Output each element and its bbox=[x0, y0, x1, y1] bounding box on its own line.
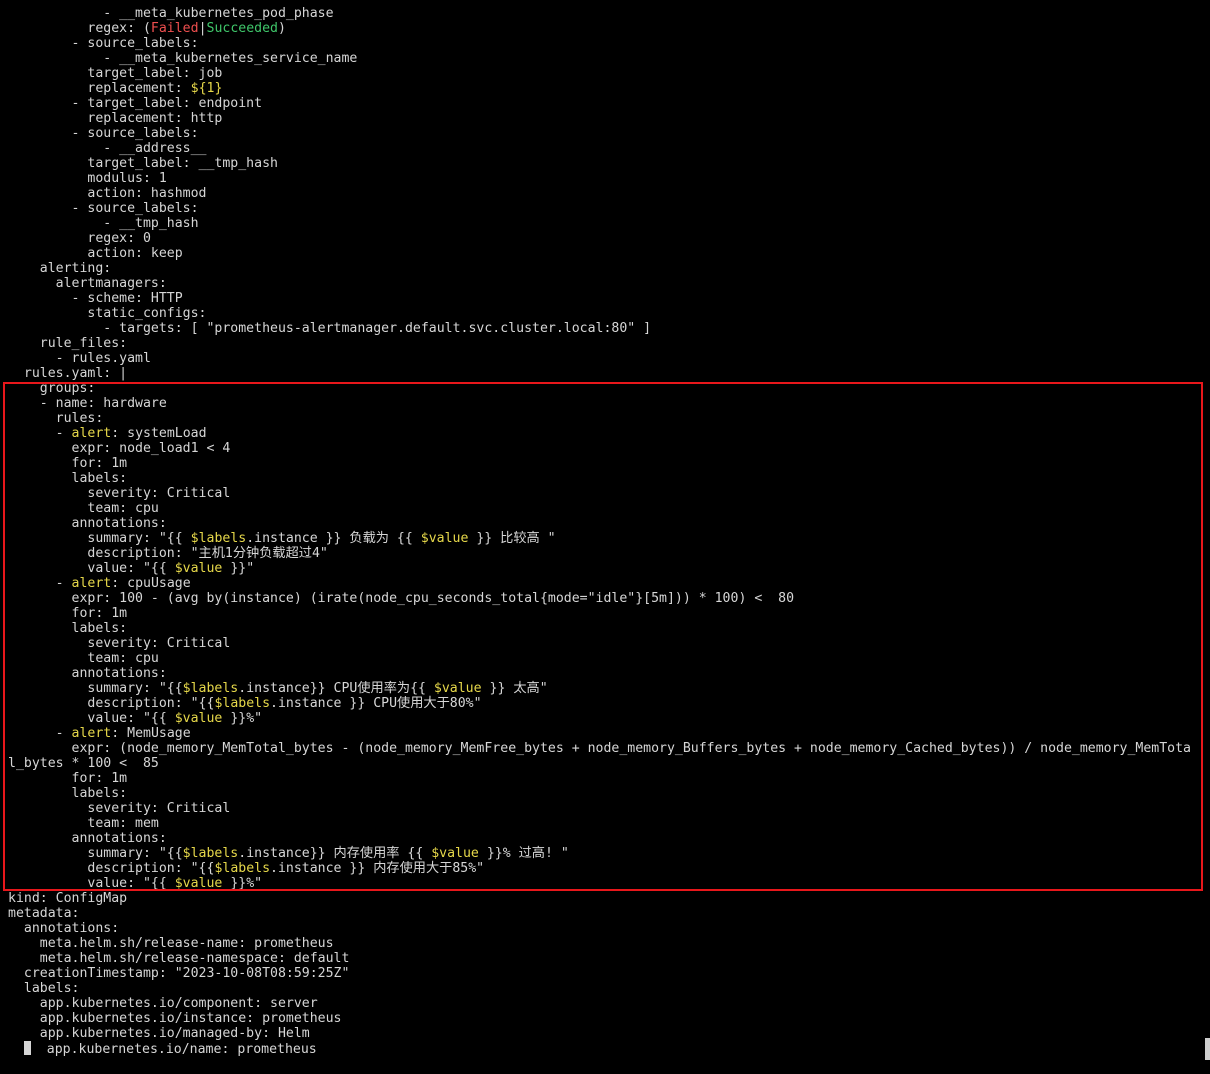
terminal-line: - scheme: HTTP bbox=[8, 291, 183, 306]
terminal-line: for: 1m bbox=[8, 771, 128, 786]
terminal-line: - source_labels: bbox=[8, 201, 199, 216]
terminal-line: l_bytes * 100 < 85 bbox=[8, 756, 159, 771]
terminal-line: target_label: job bbox=[8, 66, 223, 81]
terminal-line: summary: "{{ $labels.instance }} 负载为 {{ … bbox=[8, 531, 556, 546]
scrollbar-thumb[interactable] bbox=[1205, 1038, 1210, 1060]
terminal-line: - __address__ bbox=[8, 141, 207, 156]
terminal-line: value: "{{ $value }}" bbox=[8, 561, 255, 576]
terminal-line: - source_labels: bbox=[8, 36, 199, 51]
terminal-line: annotations: bbox=[8, 666, 167, 681]
terminal-line: - alert: MemUsage bbox=[55, 726, 191, 741]
terminal-line: team: cpu bbox=[8, 501, 159, 516]
terminal-line: modulus: 1 bbox=[8, 171, 167, 186]
terminal-line: - name: hardware bbox=[8, 396, 167, 411]
terminal-line: alerting: bbox=[8, 261, 112, 276]
terminal-line: target_label: __tmp_hash bbox=[8, 156, 278, 171]
terminal-line: severity: Critical bbox=[8, 636, 231, 651]
terminal-line: - rules.yaml bbox=[8, 351, 151, 366]
terminal-line: description: "{{$labels.instance }} 内存使用… bbox=[8, 861, 485, 876]
terminal-line: labels: bbox=[8, 471, 128, 486]
terminal-line: team: mem bbox=[8, 816, 159, 831]
terminal-line: app.kubernetes.io/component: server bbox=[8, 996, 318, 1011]
terminal-line: value: "{{ $value }}%" bbox=[8, 711, 263, 726]
terminal-line: - alert: cpuUsage bbox=[55, 576, 191, 591]
terminal-line: expr: 100 - (avg by(instance) (irate(nod… bbox=[8, 591, 795, 606]
terminal-line: app.kubernetes.io/instance: prometheus bbox=[8, 1011, 342, 1026]
terminal-line: replacement: ${1} bbox=[8, 81, 223, 96]
terminal-line: rules: bbox=[8, 411, 104, 426]
terminal-line: annotations: bbox=[8, 516, 167, 531]
cursor bbox=[23, 1041, 31, 1055]
terminal-line: regex: 0 bbox=[8, 231, 151, 246]
terminal-line: - alert: systemLoad bbox=[55, 426, 207, 441]
terminal-line: creationTimestamp: "2023-10-08T08:59:25Z… bbox=[8, 966, 350, 981]
terminal-line: alertmanagers: bbox=[8, 276, 167, 291]
terminal-line: kind: ConfigMap bbox=[8, 891, 128, 906]
terminal-line: metadata: bbox=[8, 906, 80, 921]
terminal-line: - __tmp_hash bbox=[8, 216, 199, 231]
terminal-line: action: keep bbox=[8, 246, 183, 261]
terminal-line: - targets: [ "prometheus-alertmanager.de… bbox=[8, 321, 652, 336]
terminal-line: app.kubernetes.io/managed-by: Helm bbox=[8, 1026, 310, 1041]
terminal-line: app.kubernetes.io/name: prometheus bbox=[8, 1041, 1208, 1057]
terminal-line: labels: bbox=[8, 786, 128, 801]
terminal-line: rule_files: bbox=[8, 336, 128, 351]
terminal-line: value: "{{ $value }}%" bbox=[8, 876, 263, 891]
terminal-line: summary: "{{$labels.instance}} CPU使用率为{{… bbox=[8, 681, 548, 696]
terminal-line: for: 1m bbox=[8, 606, 128, 621]
terminal-line: action: hashmod bbox=[8, 186, 207, 201]
terminal-line: annotations: bbox=[8, 921, 120, 936]
terminal-line: - __meta_kubernetes_pod_phase bbox=[8, 6, 334, 21]
scrollbar[interactable] bbox=[1204, 0, 1210, 1074]
terminal-line: severity: Critical bbox=[8, 801, 231, 816]
terminal-line: severity: Critical bbox=[8, 486, 231, 501]
terminal-line: rules.yaml: | bbox=[8, 366, 128, 381]
terminal-line: meta.helm.sh/release-namespace: default bbox=[8, 951, 350, 966]
terminal-line: for: 1m bbox=[8, 456, 128, 471]
terminal-line: description: "主机1分钟负载超过4" bbox=[8, 546, 328, 561]
terminal-line: expr: node_load1 < 4 bbox=[8, 441, 231, 456]
terminal-line: - __meta_kubernetes_service_name bbox=[8, 51, 358, 66]
terminal-line: - target_label: endpoint bbox=[8, 96, 263, 111]
terminal-line: regex: (Failed|Succeeded) bbox=[8, 21, 286, 36]
terminal-line: annotations: bbox=[8, 831, 167, 846]
terminal-line: groups: bbox=[8, 381, 96, 396]
terminal-line: replacement: http bbox=[8, 111, 223, 126]
terminal-line: labels: bbox=[8, 621, 128, 636]
terminal-line: team: cpu bbox=[8, 651, 159, 666]
terminal-line: expr: (node_memory_MemTotal_bytes - (nod… bbox=[8, 741, 1191, 756]
terminal-line: meta.helm.sh/release-name: prometheus bbox=[8, 936, 334, 951]
terminal-output: - __meta_kubernetes_pod_phase regex: (Fa… bbox=[8, 6, 1208, 1057]
terminal-line: static_configs: bbox=[8, 306, 207, 321]
terminal-line: description: "{{$labels.instance }} CPU使… bbox=[8, 696, 482, 711]
terminal-line: - source_labels: bbox=[8, 126, 199, 141]
terminal-window[interactable]: - __meta_kubernetes_pod_phase regex: (Fa… bbox=[0, 0, 1210, 1074]
terminal-line: labels: bbox=[8, 981, 80, 996]
terminal-line: summary: "{{$labels.instance}} 内存使用率 {{ … bbox=[8, 846, 569, 861]
